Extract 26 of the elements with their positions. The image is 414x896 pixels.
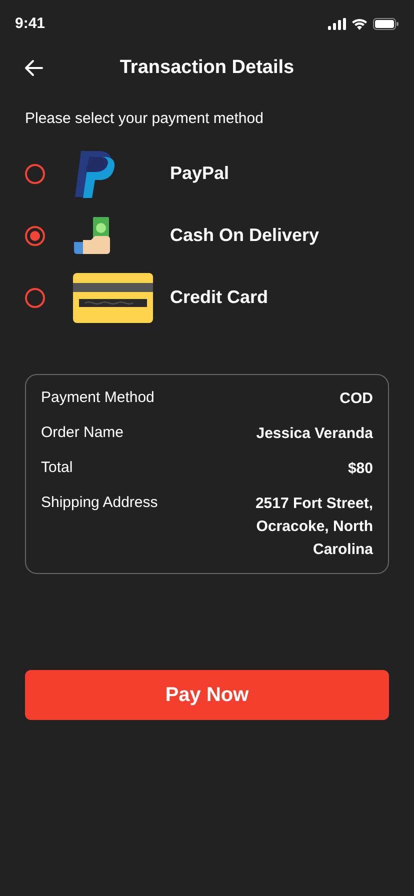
paypal-logo-icon: [73, 148, 117, 198]
back-button[interactable]: [24, 58, 44, 78]
summary-value: 2517 Fort Street, Ocracoke, North Carolina: [254, 494, 373, 560]
status-time: 9:41: [15, 14, 46, 34]
wifi-icon: [351, 18, 368, 30]
summary-label: Shipping Address: [41, 492, 158, 512]
summary-value: COD: [340, 388, 373, 408]
summary-label: Total: [41, 458, 73, 478]
summary-label: Order Name: [41, 422, 124, 442]
summary-value: $80: [348, 458, 373, 478]
credit-card-icon: [73, 272, 153, 322]
cash-hand-icon: [73, 216, 113, 256]
back-arrow-icon: [24, 58, 44, 78]
summary-value: Jessica Veranda: [256, 424, 373, 444]
method-label: PayPal: [170, 162, 230, 185]
radio-button[interactable]: [25, 226, 45, 246]
method-label: Cash On Delivery: [170, 224, 320, 247]
radio-button[interactable]: [25, 164, 45, 184]
payment-prompt: Please select your payment method: [24, 109, 264, 129]
method-label: Credit Card: [170, 286, 268, 309]
radio-button[interactable]: [25, 288, 45, 308]
battery-icon: [373, 18, 399, 30]
summary-label: Payment Method: [41, 388, 154, 408]
pay-now-button[interactable]: Pay Now: [25, 670, 389, 720]
signal-icon: [328, 18, 346, 30]
page-title: Transaction Details: [120, 56, 294, 80]
